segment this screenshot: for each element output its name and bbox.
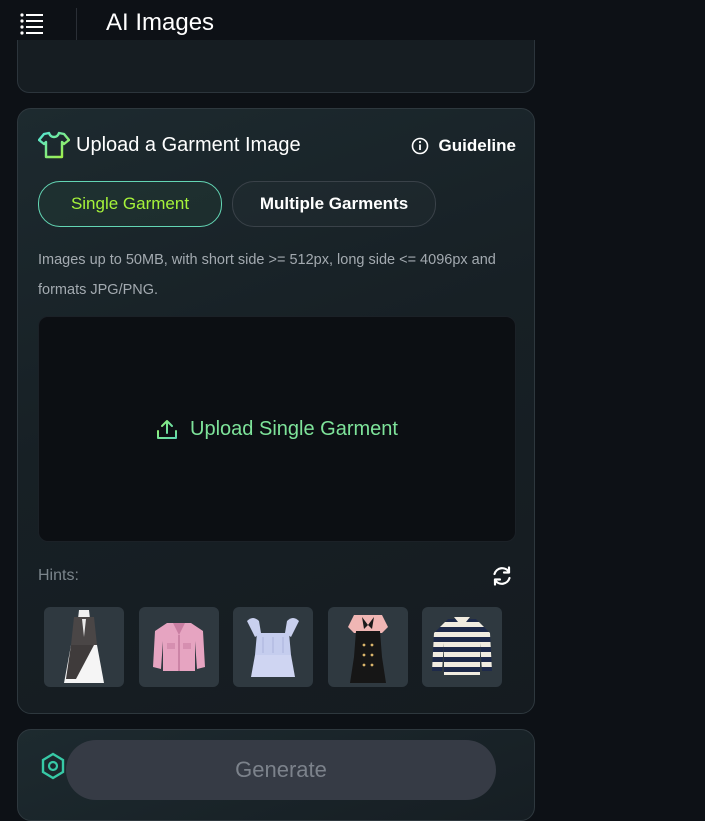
guideline-label: Guideline bbox=[438, 136, 516, 155]
upload-button-label: Upload Single Garment bbox=[190, 417, 398, 440]
hamburger-menu-icon[interactable] bbox=[20, 12, 44, 36]
info-icon bbox=[411, 137, 428, 155]
upload-icon bbox=[157, 420, 178, 439]
upload-dropzone[interactable]: Upload Single Garment bbox=[38, 316, 516, 542]
hint-thumb-vest-dress[interactable] bbox=[44, 607, 124, 687]
tshirt-icon bbox=[37, 131, 71, 159]
hint-thumb-black-dress[interactable] bbox=[328, 607, 408, 687]
card-title: Upload a Garment Image bbox=[76, 134, 301, 156]
hint-thumb-blue-top[interactable] bbox=[233, 607, 313, 687]
generate-button[interactable]: Generate bbox=[66, 740, 496, 800]
page-title: AI Images bbox=[106, 9, 215, 36]
guideline-link[interactable]: Guideline bbox=[411, 134, 516, 158]
tab-multiple-garments[interactable]: Multiple Garments bbox=[232, 181, 436, 227]
hint-thumb-striped-sweater[interactable] bbox=[422, 607, 502, 687]
upload-garment-card: Upload a Garment Image Guideline Single … bbox=[17, 108, 535, 714]
hint-thumb-pink-jacket[interactable] bbox=[139, 607, 219, 687]
generate-card: Generate bbox=[17, 729, 535, 821]
previous-card bbox=[17, 40, 535, 93]
upload-requirements-text: Images up to 50MB, with short side >= 51… bbox=[38, 252, 496, 298]
refresh-icon[interactable] bbox=[490, 564, 514, 588]
header-divider bbox=[76, 8, 77, 40]
hints-label: Hints: bbox=[38, 567, 79, 584]
tab-single-garment[interactable]: Single Garment bbox=[38, 181, 222, 227]
card-header: Upload a Garment Image Guideline bbox=[37, 131, 516, 161]
hexagon-coin-icon bbox=[40, 752, 66, 780]
